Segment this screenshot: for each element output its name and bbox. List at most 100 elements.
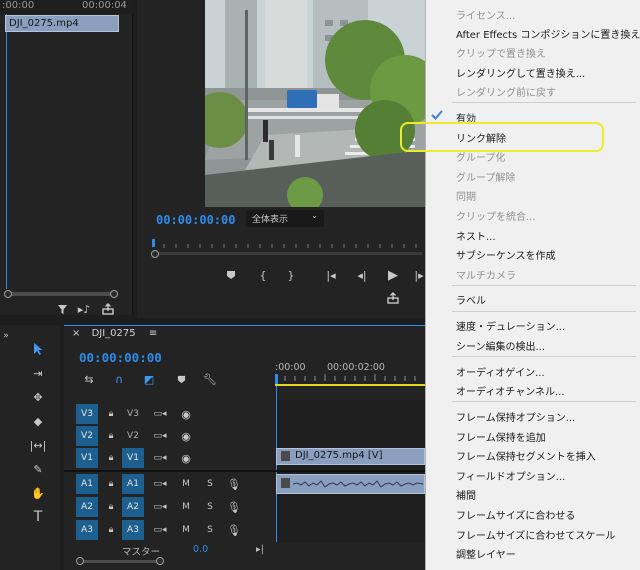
menu-item-license[interactable]: ライセンス... [456, 7, 515, 22]
menu-item-replace-ae[interactable]: After Effects コンポジションに置き換え [456, 26, 640, 41]
menu-item-audio-channels[interactable]: オーディオチャンネル... [456, 383, 565, 398]
lock-icon[interactable]: 🔒︎ [104, 429, 118, 443]
menu-item-nest[interactable]: ネスト... [456, 228, 496, 243]
lock-icon[interactable]: 🔒︎ [104, 523, 118, 537]
expand-panel-icon[interactable]: » [0, 330, 12, 342]
timeline-ruler[interactable]: :00:00 00:00:02:00 [275, 356, 425, 386]
eye-icon[interactable]: ◉ [178, 407, 194, 421]
menu-item-time-interpolation[interactable]: 補間 [456, 487, 476, 502]
sync-lock-icon[interactable]: ▭◂ [152, 407, 168, 421]
track-source-v2[interactable]: V2 [122, 426, 144, 446]
insert-sequence-icon[interactable]: ⇆ [82, 372, 96, 386]
scroll-handle-right[interactable] [110, 290, 118, 298]
master-volume[interactable]: 0.0 [193, 544, 208, 555]
menu-item-speed-duration[interactable]: 速度・デュレーション... [456, 318, 565, 333]
menu-item-field-options[interactable]: フィールドオプション... [456, 468, 565, 483]
track-source-a1[interactable]: A1 [122, 474, 144, 494]
track-source-v1[interactable]: V1 [122, 448, 144, 468]
type-tool-icon[interactable]: T [27, 507, 49, 527]
menu-item-insert-frame-hold-segment[interactable]: フレーム保持セグメントを挿入 [456, 448, 596, 463]
microphone-icon[interactable]: 🎙︎ [227, 477, 241, 491]
menu-item-adjustment-layer[interactable]: 調整レイヤー [456, 546, 516, 561]
mute-button[interactable]: M [180, 500, 192, 514]
track-target-v3[interactable]: V3 [76, 404, 98, 424]
program-scrollbar[interactable] [156, 252, 422, 255]
program-timecode[interactable]: 00:00:00:00 [156, 213, 235, 227]
ripple-edit-tool-icon[interactable]: ✥ [27, 387, 49, 407]
close-icon[interactable]: × [72, 328, 80, 339]
solo-button[interactable]: S [204, 500, 216, 514]
menu-item-merge-clips[interactable]: クリップを統合... [456, 208, 536, 223]
sync-lock-icon[interactable]: ▭◂ [152, 500, 168, 514]
hand-tool-icon[interactable]: ✋ [27, 483, 49, 503]
timeline-scroll-handle-right[interactable] [156, 557, 164, 565]
menu-item-make-subsequence[interactable]: サブシーケンスを作成 [456, 247, 556, 262]
program-ruler[interactable] [152, 236, 422, 250]
track-target-a3[interactable]: A3 [76, 520, 98, 540]
track-target-v2[interactable]: V2 [76, 426, 98, 446]
export-icon[interactable] [100, 302, 116, 316]
menu-item-replace-clip[interactable]: クリップで置き換え [456, 45, 546, 60]
sync-lock-icon[interactable]: ▭◂ [152, 477, 168, 491]
sync-lock-icon[interactable]: ▭◂ [152, 429, 168, 443]
menu-item-set-to-frame-size[interactable]: フレームサイズに合わせる [456, 507, 575, 522]
microphone-icon[interactable]: 🎙︎ [227, 500, 241, 514]
eye-icon[interactable]: ◉ [178, 451, 194, 465]
solo-button[interactable]: S [204, 477, 216, 491]
menu-item-scene-edit-detection[interactable]: シーン編集の検出... [456, 338, 545, 353]
track-source-a3[interactable]: A3 [122, 520, 144, 540]
scroll-handle-left[interactable] [4, 290, 12, 298]
menu-item-ungroup[interactable]: グループ解除 [456, 169, 515, 184]
linked-selection-icon[interactable]: ◩ [142, 372, 156, 386]
add-marker-icon-timeline[interactable] [174, 372, 188, 386]
step-back-icon[interactable]: ◂| [354, 268, 370, 282]
source-playhead[interactable] [6, 14, 7, 289]
step-forward-icon[interactable]: |▸ [412, 268, 426, 282]
track-source-a2[interactable]: A2 [122, 497, 144, 517]
menu-item-frame-hold-options[interactable]: フレーム保持オプション... [456, 409, 575, 424]
menu-item-restore-unrendered[interactable]: レンダリング前に戻す [456, 84, 556, 99]
source-ruler[interactable]: :00:00 00:00:04 [0, 0, 133, 14]
mark-out-icon[interactable]: } [284, 268, 298, 282]
audio-note-icon[interactable]: ▸♪ [76, 302, 92, 316]
video-clip-v1[interactable]: DJI_0275.mp4 [V] [276, 448, 425, 465]
timeline-timecode[interactable]: 00:00:00:00 [79, 350, 162, 365]
play-icon[interactable]: ▶ [385, 267, 401, 283]
track-target-v1[interactable]: V1 [76, 448, 98, 468]
mark-in-icon[interactable]: { [256, 268, 270, 282]
menu-item-multicamera[interactable]: マルチカメラ [456, 267, 516, 282]
source-scrollbar[interactable] [6, 292, 116, 296]
menu-item-synchronize[interactable]: 同期 [456, 188, 476, 203]
program-scroll-handle[interactable] [151, 250, 159, 258]
sync-lock-icon[interactable]: ▭◂ [152, 451, 168, 465]
slip-tool-icon[interactable]: |↔| [27, 435, 49, 455]
lock-icon[interactable]: 🔒︎ [104, 500, 118, 514]
mute-button[interactable]: M [180, 523, 192, 537]
go-to-end-icon[interactable]: ▸| [256, 544, 264, 555]
selection-tool-icon[interactable] [27, 339, 49, 359]
menu-icon[interactable]: ≡ [149, 328, 157, 339]
menu-item-render-replace[interactable]: レンダリングして置き換え... [456, 65, 585, 80]
mute-button[interactable]: M [180, 477, 192, 491]
audio-clip-a1[interactable] [276, 474, 425, 494]
menu-item-scale-to-frame-size[interactable]: フレームサイズに合わせてスケール [456, 527, 615, 542]
go-to-in-icon[interactable]: |◂ [322, 268, 340, 282]
eye-icon[interactable]: ◉ [178, 429, 194, 443]
source-clip[interactable]: DJI_0275.mp4 [5, 15, 119, 32]
solo-button[interactable]: S [204, 523, 216, 537]
timeline-scrollbar[interactable] [80, 560, 162, 563]
export-frame-icon[interactable] [385, 291, 401, 305]
snap-icon[interactable]: ∩ [112, 372, 126, 386]
menu-item-audio-gain[interactable]: オーディオゲイン... [456, 364, 545, 379]
menu-item-label[interactable]: ラベル [456, 292, 486, 307]
track-select-tool-icon[interactable]: ⇥ [27, 363, 49, 383]
wrench-icon[interactable]: 🔧︎ [203, 372, 217, 386]
track-source-v3[interactable]: V3 [122, 404, 144, 424]
filter-icon[interactable] [55, 302, 69, 316]
razor-tool-icon[interactable]: ◆ [27, 411, 49, 431]
zoom-dropdown[interactable]: 全体表示 ⌄ [246, 210, 324, 227]
sync-lock-icon[interactable]: ▭◂ [152, 523, 168, 537]
timeline-scroll-handle-left[interactable] [76, 557, 84, 565]
pen-tool-icon[interactable]: ✎ [27, 459, 49, 479]
add-marker-icon[interactable] [224, 268, 238, 282]
